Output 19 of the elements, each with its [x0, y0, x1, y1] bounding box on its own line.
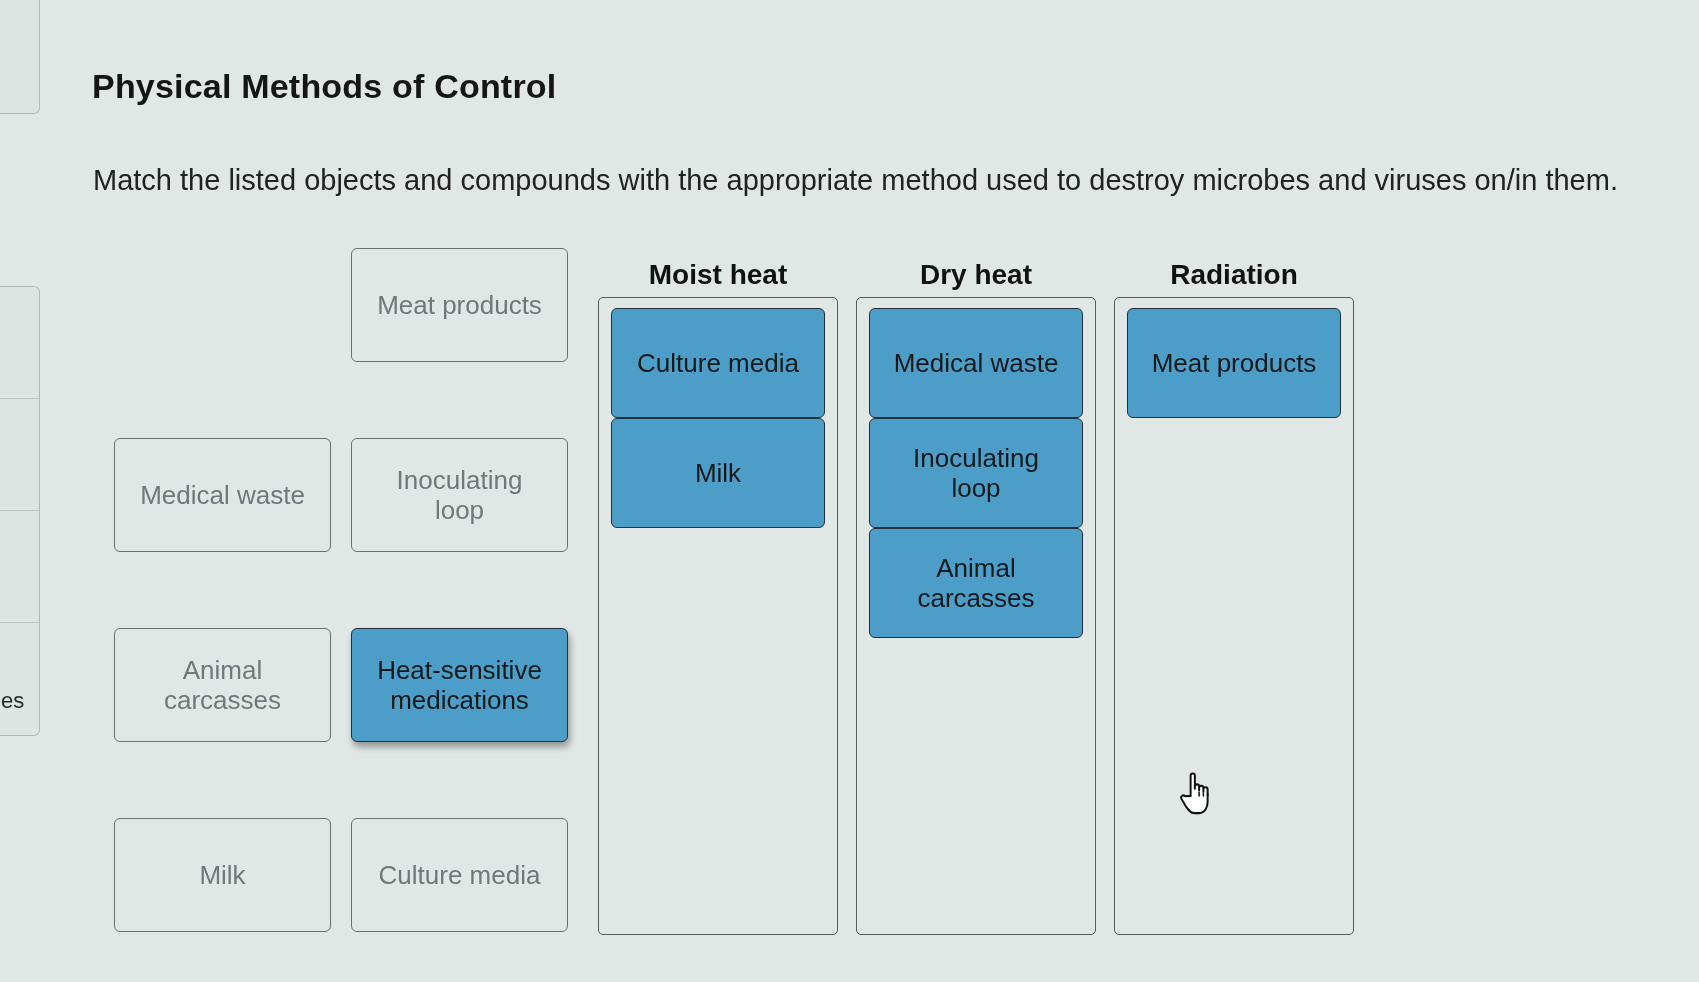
instructions-text: Match the listed objects and compounds with the appropriate method used to destroy microbes and viruses on/in them.: [93, 163, 1618, 197]
side-panel-text: es: [1, 688, 25, 714]
answer-tile: Milk: [114, 818, 331, 932]
answer-tile: Animal carcasses: [114, 628, 331, 742]
answer-tile[interactable]: Inoculating loop: [869, 418, 1083, 528]
column-heading: Moist heat: [648, 258, 788, 292]
answer-tile: Culture media: [351, 818, 568, 932]
answer-tile[interactable]: Medical waste: [869, 308, 1083, 418]
answer-tile[interactable]: Milk: [611, 418, 825, 528]
column-heading: Radiation: [1170, 258, 1298, 292]
answer-tile[interactable]: Animal carcasses: [869, 528, 1083, 638]
answer-tile: Medical waste: [114, 438, 331, 552]
answer-tile[interactable]: Culture media: [611, 308, 825, 418]
column-heading: Dry heat: [919, 258, 1032, 292]
answer-tile: Inoculating loop: [351, 438, 568, 552]
answer-tile[interactable]: Heat-sensitive medications: [351, 628, 568, 742]
page-title: Physical Methods of Control: [92, 66, 557, 106]
answer-tile[interactable]: Meat products: [1127, 308, 1341, 418]
answer-tile: Meat products: [351, 248, 568, 362]
